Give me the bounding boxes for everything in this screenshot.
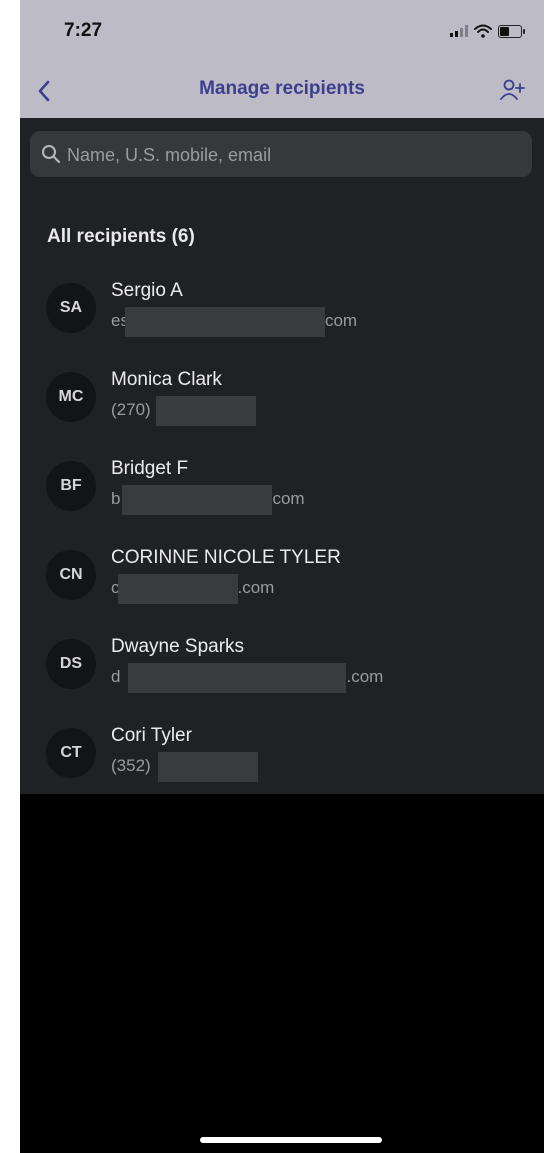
wifi-icon <box>474 24 492 38</box>
recipient-row[interactable]: MC Monica Clark (270) <box>20 359 544 448</box>
recipient-detail: d .com <box>111 663 384 693</box>
avatar: BF <box>46 461 96 511</box>
recipient-detail: (352) <box>111 752 258 782</box>
redacted-block <box>124 307 325 337</box>
recipient-row[interactable]: CT Cori Tyler (352) <box>20 715 544 804</box>
recipient-name: Dwayne Sparks <box>111 636 245 657</box>
recipients-panel: All recipients (6) SA Sergio A escom MC … <box>20 118 544 794</box>
search-box[interactable] <box>30 131 532 179</box>
recipient-row[interactable]: DS Dwayne Sparks d .com <box>20 626 544 715</box>
navigation-bar: Manage recipients <box>20 64 544 118</box>
battery-icon <box>498 24 525 38</box>
redacted-block <box>157 752 258 782</box>
recipient-detail: es com <box>111 307 358 337</box>
recipient-list: SA Sergio A es com MC Monica Clark (270) … <box>20 270 544 804</box>
detail-suffix: .com <box>346 667 384 686</box>
search-icon <box>42 145 61 164</box>
home-indicator[interactable] <box>200 1137 382 1143</box>
detail-suffix: com <box>272 489 305 508</box>
status-icons <box>450 24 525 38</box>
status-bar: 7:27 <box>20 0 544 64</box>
detail-suffix: com <box>324 311 358 330</box>
signal-icon <box>450 25 468 37</box>
avatar: CN <box>46 550 96 600</box>
recipient-name: Monica Clark <box>111 369 222 390</box>
avatar: CT <box>46 728 96 778</box>
recipient-detail: b com <box>111 485 305 515</box>
phone-screen: 7:27 Manage recipients Name, U.S. mobile… <box>20 0 544 1153</box>
avatar: MC <box>46 372 96 422</box>
recipient-name: Sergio A <box>111 280 183 301</box>
recipient-row[interactable]: CN CORINNE NICOLE TYLER c .com <box>20 537 544 626</box>
avatar: SA <box>46 283 96 333</box>
detail-prefix: (270) <box>111 400 151 419</box>
recipient-detail: (270) <box>111 396 256 426</box>
redacted-block <box>117 574 238 604</box>
recipient-name: Bridget F <box>111 458 189 479</box>
recipient-name: CORINNE NICOLE TYLER <box>111 547 341 568</box>
section-title: All recipients (6) <box>47 226 195 247</box>
detail-suffix: .com <box>237 578 275 597</box>
search-input[interactable] <box>65 131 529 179</box>
status-time: 7:27 <box>64 20 103 41</box>
avatar: DS <box>46 639 96 689</box>
redacted-block <box>155 396 256 426</box>
page-title: Manage recipients <box>199 78 365 99</box>
recipient-detail: c .com <box>111 574 275 604</box>
recipient-name: Cori Tyler <box>111 725 192 746</box>
recipient-row[interactable]: BF Bridget F b com <box>20 448 544 537</box>
detail-prefix: (352) <box>111 756 151 775</box>
redacted-block <box>128 663 347 693</box>
detail-prefix: b <box>111 489 121 508</box>
redacted-block <box>122 485 273 515</box>
recipient-row[interactable]: SA Sergio A es com <box>20 270 544 359</box>
add-recipient-button[interactable] <box>498 76 530 106</box>
detail-prefix: d <box>111 667 121 686</box>
add-person-icon <box>500 79 525 100</box>
